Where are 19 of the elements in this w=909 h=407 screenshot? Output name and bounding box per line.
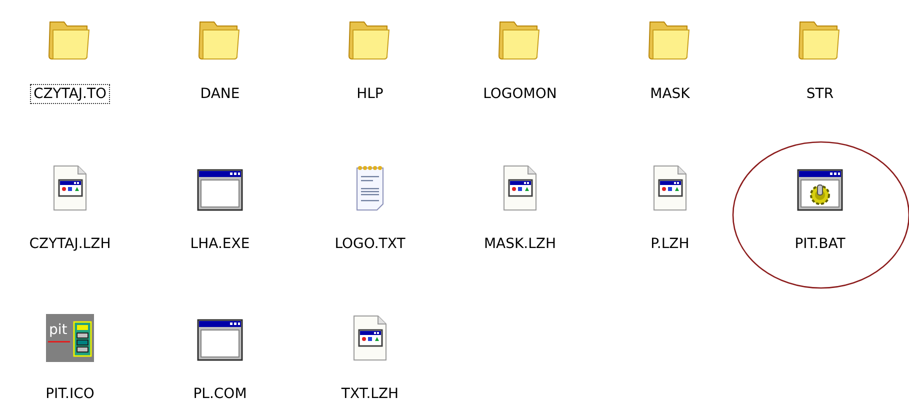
file-name[interactable]: CZYTAJ.TO bbox=[30, 84, 110, 104]
file-name[interactable]: HLP bbox=[354, 84, 386, 104]
file-name[interactable]: PIT.ICO bbox=[42, 384, 98, 404]
window-icon bbox=[196, 318, 244, 362]
file-name[interactable]: PL.COM bbox=[190, 384, 250, 404]
file-name[interactable]: PIT.BAT bbox=[792, 234, 848, 254]
file-name[interactable]: MASK bbox=[647, 84, 693, 104]
file-name[interactable]: P.LZH bbox=[648, 234, 692, 254]
file-name[interactable]: CZYTAJ.LZH bbox=[26, 234, 114, 254]
file-name[interactable]: MASK.LZH bbox=[480, 234, 560, 254]
app-icon: pit bbox=[46, 314, 94, 362]
file-name[interactable]: DANE bbox=[197, 84, 243, 104]
window-icon bbox=[196, 168, 244, 212]
file-name[interactable]: TXT.LZH bbox=[338, 384, 402, 404]
file-name[interactable]: LOGO.TXT bbox=[332, 234, 408, 254]
file-name[interactable]: LHA.EXE bbox=[187, 234, 253, 254]
file-name[interactable]: LOGOMON bbox=[480, 84, 560, 104]
gear-window-icon bbox=[796, 168, 844, 212]
file-name[interactable]: STR bbox=[803, 84, 837, 104]
